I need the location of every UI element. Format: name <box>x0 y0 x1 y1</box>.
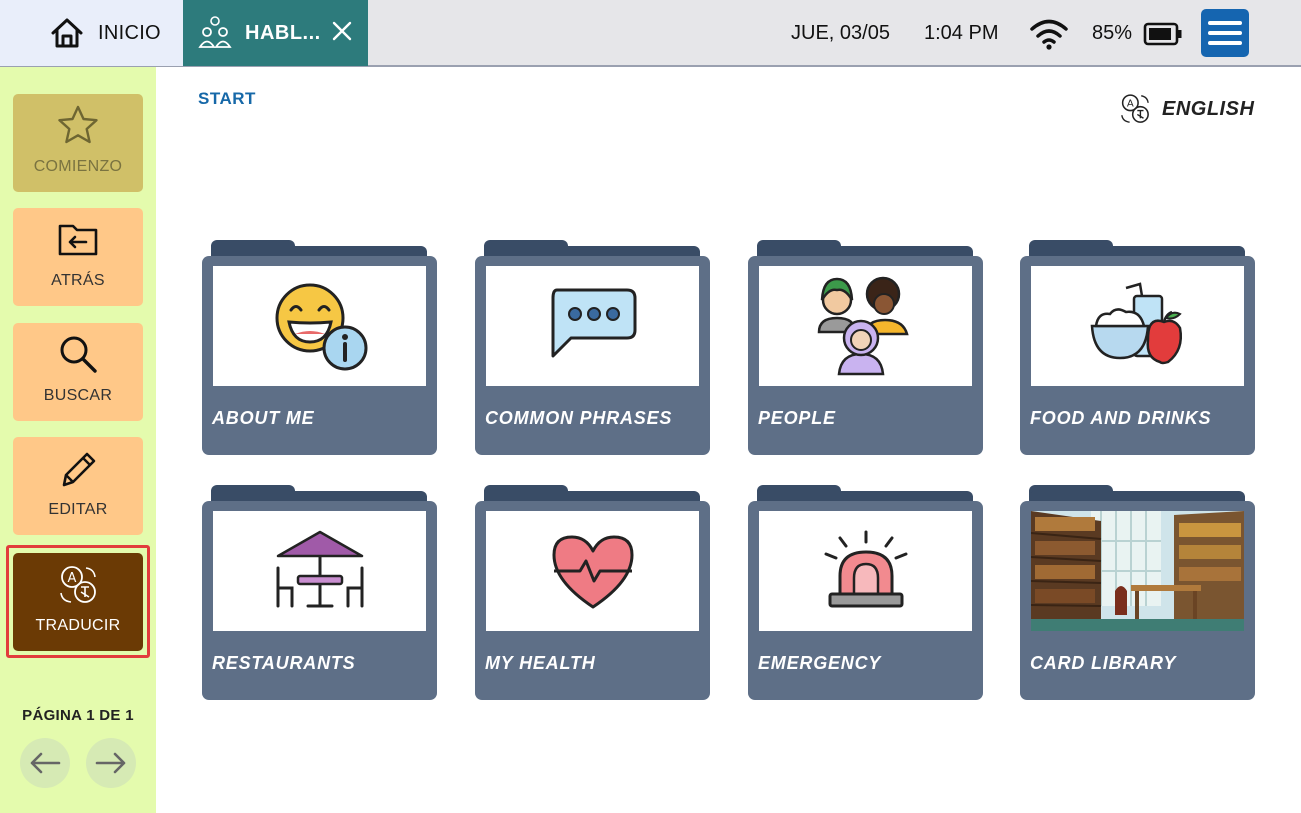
smiley-info-icon <box>275 283 367 371</box>
folder-food-and-drinks[interactable]: FOOD AND DRINKS <box>1020 240 1255 455</box>
sidebar: COMIENZO ATRÁS BUSCAR EDITAR A TRADUCIR … <box>0 67 156 813</box>
home-tab-label: INICIO <box>98 21 161 44</box>
breadcrumb[interactable]: START <box>198 89 256 109</box>
folder-about-me[interactable]: ABOUT ME <box>202 240 437 455</box>
talk-tab[interactable]: HABL... <box>183 0 368 66</box>
folder-picture <box>759 511 972 631</box>
folder-picture <box>486 266 699 386</box>
translate-icon: A <box>60 566 96 603</box>
folder-back-icon <box>58 224 98 256</box>
date-display: JUE, 03/05 <box>791 21 890 44</box>
next-page-button[interactable] <box>86 738 136 788</box>
arrow-left-icon <box>30 752 61 774</box>
battery-icon <box>1143 22 1182 46</box>
library-photo <box>1031 511 1244 631</box>
folder-emergency[interactable]: EMERGENCY <box>748 485 983 700</box>
back-button[interactable]: ATRÁS <box>13 208 143 306</box>
folder-restaurants[interactable]: RESTAURANTS <box>202 485 437 700</box>
edit-button[interactable]: EDITAR <box>13 437 143 535</box>
heart-pulse-icon <box>552 535 633 609</box>
wifi-icon <box>1030 19 1068 50</box>
folder-label: PEOPLE <box>758 408 836 428</box>
menu-icon-bar <box>1208 31 1242 35</box>
home-tab[interactable]: INICIO <box>0 0 183 66</box>
folder-label: CARD LIBRARY <box>1030 653 1177 673</box>
svg-text:A: A <box>68 571 77 586</box>
folder-picture <box>213 266 426 386</box>
search-icon <box>60 336 97 373</box>
food-drink-icon <box>1090 282 1182 365</box>
start-button[interactable]: COMIENZO <box>13 94 143 192</box>
time-display: 1:04 PM <box>924 21 999 44</box>
translate-icon: A <box>1121 94 1149 123</box>
menu-icon-bar <box>1208 41 1242 45</box>
folder-my-health[interactable]: MY HEALTH <box>475 485 710 700</box>
battery-level: 85% <box>1092 21 1133 44</box>
edit-button-label: EDITAR <box>48 501 108 518</box>
pencil-icon <box>62 452 96 487</box>
language-selector[interactable]: A ENGLISH <box>1118 92 1254 126</box>
close-icon[interactable] <box>331 20 353 42</box>
previous-page-button[interactable] <box>20 738 70 788</box>
speech-bubble-icon <box>551 288 636 358</box>
home-icon <box>51 18 83 48</box>
translate-button[interactable]: A TRADUCIR <box>13 553 143 651</box>
talk-tab-label: HABL... <box>245 21 321 44</box>
folder-card-library[interactable]: CARD LIBRARY <box>1020 485 1255 700</box>
folder-label: RESTAURANTS <box>212 653 356 673</box>
folder-people[interactable]: PEOPLE <box>748 240 983 455</box>
menu-icon-bar <box>1208 21 1242 25</box>
search-button[interactable]: BUSCAR <box>13 323 143 421</box>
start-button-label: COMIENZO <box>33 158 123 175</box>
restaurant-table-icon <box>276 530 363 608</box>
page-indicator: PÁGINA 1 DE 1 <box>22 707 134 724</box>
folder-picture <box>486 511 699 631</box>
top-bar: INICIO HABL... JUE, 03/05 1:04 PM 85% <box>0 0 1301 67</box>
translate-button-label: TRADUCIR <box>35 617 121 634</box>
svg-text:A: A <box>1127 99 1134 110</box>
star-icon <box>58 105 98 144</box>
siren-icon <box>824 530 907 608</box>
search-button-label: BUSCAR <box>43 387 113 404</box>
folder-label: MY HEALTH <box>485 653 596 673</box>
people-talking-icon <box>198 16 232 48</box>
folder-label: ABOUT ME <box>212 408 315 428</box>
folder-picture <box>759 266 972 386</box>
folder-picture <box>1031 266 1244 386</box>
folder-label: EMERGENCY <box>758 653 882 673</box>
arrow-right-icon <box>95 752 126 774</box>
folder-common-phrases[interactable]: COMMON PHRASES <box>475 240 710 455</box>
folder-label: COMMON PHRASES <box>485 408 673 428</box>
people-icon <box>817 276 909 376</box>
folder-picture <box>213 511 426 631</box>
language-label: ENGLISH <box>1162 97 1255 120</box>
back-button-label: ATRÁS <box>51 272 105 289</box>
folder-label: FOOD AND DRINKS <box>1030 408 1212 428</box>
menu-button[interactable] <box>1201 9 1249 57</box>
library-photo-illustration <box>1031 511 1244 631</box>
